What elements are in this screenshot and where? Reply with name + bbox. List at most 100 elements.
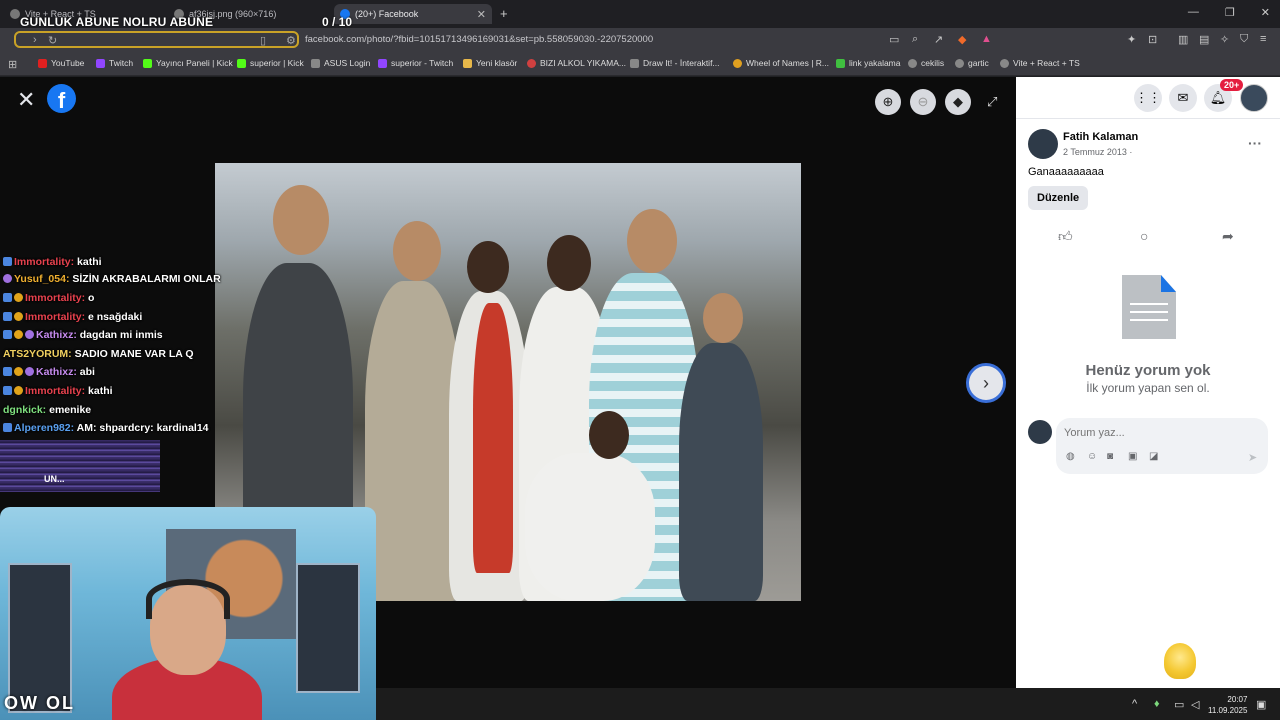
globe-icon xyxy=(908,58,917,68)
bookmark-gartic[interactable]: gartic xyxy=(955,58,989,68)
site-info-icon[interactable]: ⚙ xyxy=(286,34,296,47)
system-clock[interactable]: 20:07 11.09.2025 xyxy=(1208,694,1247,716)
more-options-icon[interactable]: ··· xyxy=(1248,135,1262,151)
like-icon[interactable]: 👍︎ xyxy=(1058,228,1073,245)
kick-icon xyxy=(237,58,246,68)
edit-button[interactable]: Düzenle xyxy=(1028,186,1089,210)
wallet-icon[interactable]: ▤ xyxy=(1199,33,1209,46)
badge-icon xyxy=(3,257,12,266)
bookmark-kick-panel[interactable]: Yayıncı Paneli | Kick xyxy=(143,58,233,68)
zoom-in-icon[interactable]: ⊕ xyxy=(875,89,901,115)
tag-icon[interactable]: ◆ xyxy=(945,89,971,115)
share-icon[interactable]: ➦ xyxy=(1222,228,1234,245)
stream-overlay-counter: 0 / 10 xyxy=(322,15,353,29)
wheel-icon xyxy=(733,58,742,68)
poster-name[interactable]: Fatih Kalaman xyxy=(1063,131,1138,143)
bookmark-wheel[interactable]: Wheel of Names | R... xyxy=(733,58,829,68)
comment-input[interactable] xyxy=(1064,427,1254,439)
forward-icon[interactable]: › xyxy=(33,34,37,46)
bookmark-vite[interactable]: Vite + React + TS xyxy=(1000,58,1080,68)
zoom-out-icon[interactable]: ⊖ xyxy=(910,89,936,115)
new-tab-button[interactable]: + xyxy=(500,6,508,21)
fullscreen-icon[interactable]: ⤢ xyxy=(987,94,997,110)
tab-facebook[interactable]: (20+) Facebook ✕ xyxy=(334,4,492,24)
badge-icon xyxy=(3,274,12,283)
url-field[interactable]: facebook.com/photo/?fbid=101517134961690… xyxy=(305,34,653,45)
badge-icon xyxy=(14,293,23,302)
vpn-icon[interactable]: ⛉ xyxy=(1240,33,1248,46)
messenger-icon[interactable]: ✉ xyxy=(1169,84,1197,112)
chat-message: Immortality: e nsağdaki xyxy=(3,311,142,323)
bookmark-alkol[interactable]: BIZI ALKOL YIKAMA... xyxy=(527,58,626,68)
globe-icon xyxy=(10,9,20,19)
twitch-icon xyxy=(378,58,387,68)
shelf xyxy=(296,563,360,693)
bookmark-twitch-superior[interactable]: superior - Twitch xyxy=(378,58,453,68)
youtube-icon xyxy=(38,58,47,68)
window-close-icon[interactable]: ✕ xyxy=(1261,6,1270,19)
notification-badge: 20+ xyxy=(1220,79,1244,91)
reload-icon[interactable]: ↻ xyxy=(48,34,57,47)
share-page-icon[interactable]: ↗ xyxy=(934,33,943,46)
stream-logo-watermark xyxy=(1164,643,1196,679)
bookmark-folder[interactable]: Yeni klasör xyxy=(463,58,517,68)
bookmark-twitch[interactable]: Twitch xyxy=(96,58,133,68)
leo-icon[interactable]: ✧ xyxy=(1220,33,1229,46)
photo-details-panel: ⋮⋮ ✉ 🔔︎ 20+ Fatih Kalaman 2 Temmuz 2013 … xyxy=(1016,77,1280,688)
zoom-icon[interactable]: ⌕ xyxy=(912,33,918,46)
tray-expand-icon[interactable]: ^ xyxy=(1132,698,1137,710)
close-tab-icon[interactable]: ✕ xyxy=(477,8,486,21)
bookmark-youtube[interactable]: YouTube xyxy=(38,58,84,68)
restore-icon[interactable]: ❐ xyxy=(1225,6,1235,19)
close-icon[interactable]: ✕ xyxy=(17,87,35,113)
bookmark-kick-superior[interactable]: superior | Kick xyxy=(237,58,304,68)
cast-icon[interactable]: ▭ xyxy=(889,33,899,46)
post-date[interactable]: 2 Temmuz 2013 · xyxy=(1063,147,1132,157)
comment-composer[interactable]: ◍ ☺ ◙ ▣ ◪ ➤ xyxy=(1056,418,1268,474)
no-comments-title: Henüz yorum yok xyxy=(1085,362,1211,379)
menu-icon[interactable]: ≡ xyxy=(1260,33,1266,45)
badge-icon xyxy=(14,386,23,395)
extensions-icon[interactable]: ✦ xyxy=(1127,33,1136,46)
webcam-tag: OW OL xyxy=(4,693,75,713)
bookmark-asus[interactable]: ASUS Login xyxy=(311,58,370,68)
notification-center-icon[interactable]: ▣ xyxy=(1256,698,1266,711)
comment-icon[interactable]: ○ xyxy=(1140,228,1148,244)
sticker-icon[interactable]: ◪ xyxy=(1149,451,1158,462)
bookmark-link[interactable]: link yakalama xyxy=(836,58,901,68)
chat-message: Kathixz: dagdan mi inmis xyxy=(3,329,163,341)
next-arrow-icon[interactable]: › xyxy=(966,363,1006,403)
globe-icon xyxy=(955,58,964,68)
poster-avatar[interactable] xyxy=(1028,129,1058,159)
menu-grid-icon[interactable]: ⋮⋮ xyxy=(1134,84,1162,112)
chat-message: ATS2YORUM: SADIO MANE VAR LA Q xyxy=(3,348,194,360)
brave-shield-icon[interactable]: ◆ xyxy=(958,33,966,46)
bookmark-cekilis[interactable]: cekilis xyxy=(908,58,944,68)
emoji-icon[interactable]: ☺ xyxy=(1087,451,1097,462)
badge-icon xyxy=(3,367,12,376)
sidebar-icon[interactable]: ▥ xyxy=(1178,33,1188,46)
chat-alert-text: UN... xyxy=(44,474,65,484)
screenshot-icon[interactable]: ⊡ xyxy=(1148,33,1157,46)
facebook-logo[interactable]: f xyxy=(47,84,76,113)
person-figure xyxy=(679,343,763,601)
clock-time: 20:07 xyxy=(1227,695,1248,704)
flag xyxy=(473,303,513,573)
gif-icon[interactable]: ▣ xyxy=(1128,451,1137,462)
minimize-icon[interactable]: — xyxy=(1188,6,1199,19)
avatar[interactable] xyxy=(1240,84,1268,112)
person-head xyxy=(627,209,677,273)
send-icon[interactable]: ➤ xyxy=(1248,451,1257,464)
microphone-icon[interactable]: ♦ xyxy=(1154,698,1160,710)
bookmark-icon[interactable]: ▯ xyxy=(260,34,266,47)
camera-icon[interactable]: ◙ xyxy=(1107,451,1113,462)
badge-icon xyxy=(3,293,12,302)
avatar-sticker-icon[interactable]: ◍ xyxy=(1066,451,1075,462)
display-icon[interactable]: ▭ xyxy=(1174,698,1184,711)
play-icon xyxy=(836,58,845,68)
asus-icon xyxy=(311,58,320,68)
brave-rewards-icon[interactable]: ▲ xyxy=(981,33,992,45)
volume-icon[interactable]: ◁ xyxy=(1191,698,1199,711)
bookmark-drawit[interactable]: Draw It! - İnteraktif... xyxy=(630,58,720,68)
apps-icon[interactable]: ⊞ xyxy=(8,58,17,71)
